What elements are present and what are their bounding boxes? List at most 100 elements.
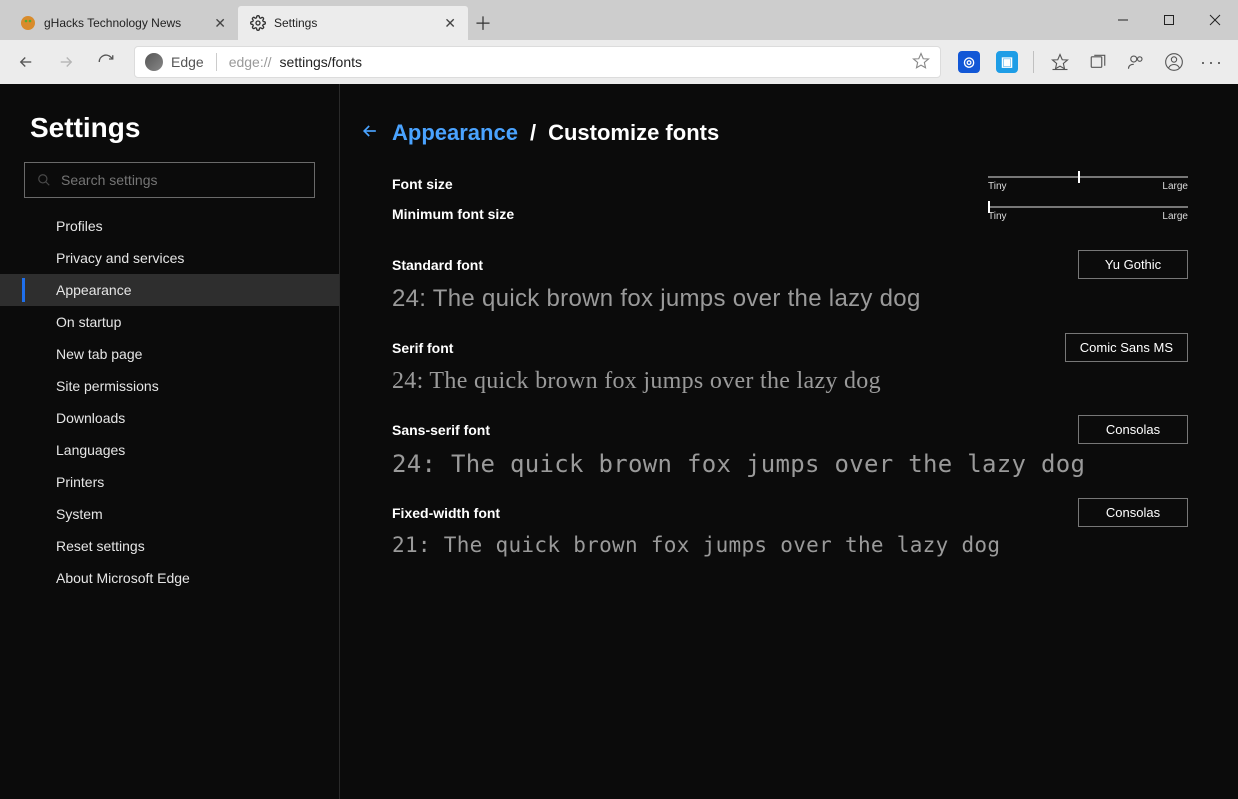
slider-min-label: Tiny [988, 211, 1007, 222]
profile-icon[interactable] [1156, 44, 1192, 80]
fixed-font-label: Fixed-width font [392, 505, 500, 521]
search-input[interactable] [61, 172, 302, 188]
favorites-icon[interactable] [1042, 44, 1078, 80]
sidebar-item-label: About Microsoft Edge [56, 570, 190, 586]
fixed-font-preview: 21: The quick brown fox jumps over the l… [392, 533, 1188, 557]
min-font-size-row: Minimum font size Tiny Large [392, 206, 1188, 222]
sidebar-item-label: Privacy and services [56, 250, 184, 266]
profiles-icon [30, 218, 46, 234]
tab-title: gHacks Technology News [44, 16, 206, 30]
ghacks-favicon [20, 15, 36, 31]
system-icon [30, 506, 46, 522]
tab-strip: gHacks Technology News ✕ Settings ✕ ＋ [0, 0, 1238, 40]
settings-sidebar: Settings Profiles Privacy and services A… [0, 84, 340, 799]
settings-content: Appearance / Customize fonts Font size T… [340, 84, 1238, 799]
window-maximize-icon[interactable] [1146, 0, 1192, 40]
browser-toolbar: Edge edge://settings/fonts ◎ ▣ ··· [0, 40, 1238, 84]
sidebar-item-printers[interactable]: Printers [0, 466, 339, 498]
sidebar-item-label: Site permissions [56, 378, 159, 394]
slider-max-label: Large [1162, 181, 1188, 192]
tab-close-icon[interactable]: ✕ [214, 16, 226, 30]
forward-button[interactable] [48, 44, 84, 80]
sidebar-item-label: Profiles [56, 218, 103, 234]
sidebar-item-sitepermissions[interactable]: Site permissions [0, 370, 339, 402]
lock-icon [30, 250, 46, 266]
settings-shell: Settings Profiles Privacy and services A… [0, 84, 1238, 799]
sans-font-section: Sans-serif font Consolas 24: The quick b… [392, 415, 1188, 478]
sidebar-item-startup[interactable]: On startup [0, 306, 339, 338]
font-size-slider[interactable]: Tiny Large [988, 176, 1188, 192]
reset-icon [30, 538, 46, 554]
sidebar-item-privacy[interactable]: Privacy and services [0, 242, 339, 274]
slider-min-label: Tiny [988, 181, 1007, 192]
tab-title: Settings [274, 16, 436, 30]
breadcrumb-parent-link[interactable]: Appearance [392, 120, 518, 146]
more-menu-icon[interactable]: ··· [1194, 44, 1230, 80]
toolbar-divider [1033, 51, 1034, 73]
url-scheme: edge:// [229, 54, 272, 70]
sidebar-item-label: Downloads [56, 410, 125, 426]
sidebar-item-profiles[interactable]: Profiles [0, 210, 339, 242]
sans-font-select[interactable]: Consolas [1078, 415, 1188, 444]
breadcrumb-separator: / [530, 120, 536, 146]
sans-font-label: Sans-serif font [392, 422, 490, 438]
edge-logo-icon [145, 53, 163, 71]
sidebar-item-system[interactable]: System [0, 498, 339, 530]
sidebar-item-downloads[interactable]: Downloads [0, 402, 339, 434]
sidebar-item-about[interactable]: About Microsoft Edge [0, 562, 339, 594]
breadcrumb: Appearance / Customize fonts [360, 120, 1188, 146]
breadcrumb-current: Customize fonts [548, 120, 719, 146]
back-button[interactable] [8, 44, 44, 80]
window-minimize-icon[interactable] [1100, 0, 1146, 40]
sidebar-item-label: Languages [56, 442, 125, 458]
serif-font-label: Serif font [392, 340, 453, 356]
sidebar-item-reset[interactable]: Reset settings [0, 530, 339, 562]
downloads-icon [30, 410, 46, 426]
feedback-icon[interactable] [1118, 44, 1154, 80]
sans-font-preview: 24: The quick brown fox jumps over the l… [392, 450, 1188, 478]
fixed-font-section: Fixed-width font Consolas 21: The quick … [392, 498, 1188, 557]
settings-nav: Profiles Privacy and services Appearance… [0, 210, 339, 594]
standard-font-select[interactable]: Yu Gothic [1078, 250, 1188, 279]
permissions-icon [30, 378, 46, 394]
address-bar[interactable]: Edge edge://settings/fonts [134, 46, 941, 78]
extension-b-icon[interactable]: ▣ [989, 44, 1025, 80]
standard-font-section: Standard font Yu Gothic 24: The quick br… [392, 250, 1188, 313]
url-path: settings/fonts [280, 54, 363, 70]
tab-ghacks[interactable]: gHacks Technology News ✕ [8, 6, 238, 40]
sidebar-item-label: Printers [56, 474, 104, 490]
font-size-row: Font size Tiny Large [392, 176, 1188, 192]
min-font-size-slider[interactable]: Tiny Large [988, 206, 1188, 222]
tab-close-icon[interactable]: ✕ [444, 16, 456, 30]
serif-font-preview: 24: The quick brown fox jumps over the l… [392, 368, 1188, 395]
tab-settings[interactable]: Settings ✕ [238, 6, 468, 40]
serif-font-select[interactable]: Comic Sans MS [1065, 333, 1188, 362]
appearance-icon [30, 282, 46, 298]
sidebar-item-label: Appearance [56, 282, 132, 298]
extension-a-icon[interactable]: ◎ [951, 44, 987, 80]
fixed-font-select[interactable]: Consolas [1078, 498, 1188, 527]
refresh-button[interactable] [88, 44, 124, 80]
window-close-icon[interactable] [1192, 0, 1238, 40]
sidebar-item-languages[interactable]: Languages [0, 434, 339, 466]
collections-icon[interactable] [1080, 44, 1116, 80]
printers-icon [30, 474, 46, 490]
languages-icon [30, 442, 46, 458]
standard-font-preview: 24: The quick brown fox jumps over the l… [392, 285, 1188, 313]
sidebar-item-label: System [56, 506, 103, 522]
serif-font-section: Serif font Comic Sans MS 24: The quick b… [392, 333, 1188, 395]
address-divider [216, 53, 217, 71]
sidebar-item-label: Reset settings [56, 538, 145, 554]
new-tab-button[interactable]: ＋ [468, 6, 498, 40]
breadcrumb-back-icon[interactable] [360, 121, 380, 146]
min-font-size-label: Minimum font size [392, 206, 514, 222]
settings-favicon [250, 15, 266, 31]
slider-max-label: Large [1162, 211, 1188, 222]
sidebar-item-newtab[interactable]: New tab page [0, 338, 339, 370]
standard-font-label: Standard font [392, 257, 483, 273]
edge-icon [30, 570, 46, 586]
search-settings-field[interactable] [24, 162, 315, 198]
sidebar-item-appearance[interactable]: Appearance [0, 274, 339, 306]
favorite-star-icon[interactable] [912, 52, 930, 73]
settings-title: Settings [24, 112, 315, 144]
